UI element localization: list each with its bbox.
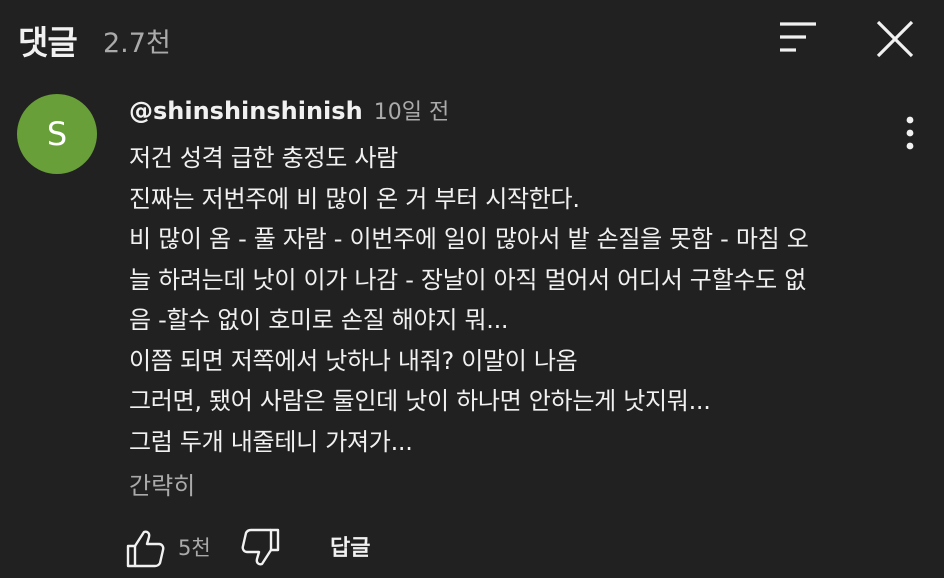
more-actions-button[interactable]: [892, 110, 928, 156]
comment-text: 저건 성격 급한 충정도 사람 진짜는 저번주에 비 많이 온 거 부터 시작한…: [129, 144, 809, 456]
comment-meta: @shinshinshinish 10일 전: [129, 94, 449, 128]
thumb-up-icon: [126, 530, 165, 568]
reply-button[interactable]: 답글: [330, 530, 370, 562]
comments-title: 댓글: [18, 23, 78, 62]
close-icon: [876, 20, 914, 58]
sort-button[interactable]: [774, 18, 822, 60]
comment-author[interactable]: @shinshinshinish: [129, 97, 363, 125]
more-vert-icon: [906, 116, 914, 150]
close-button[interactable]: [870, 14, 920, 64]
avatar[interactable]: S: [17, 94, 97, 174]
avatar-letter: S: [46, 115, 68, 153]
sort-icon: [780, 22, 816, 52]
comments-header: 댓글 2.7천: [0, 0, 944, 80]
collapse-button[interactable]: 간략히: [129, 466, 195, 501]
dislike-button[interactable]: [238, 526, 282, 570]
like-count: 5천: [178, 536, 211, 560]
like-button[interactable]: [124, 526, 168, 570]
thumb-down-icon: [241, 528, 280, 566]
comment-time[interactable]: 10일 전: [374, 100, 449, 125]
comments-count: 2.7천: [103, 28, 171, 59]
